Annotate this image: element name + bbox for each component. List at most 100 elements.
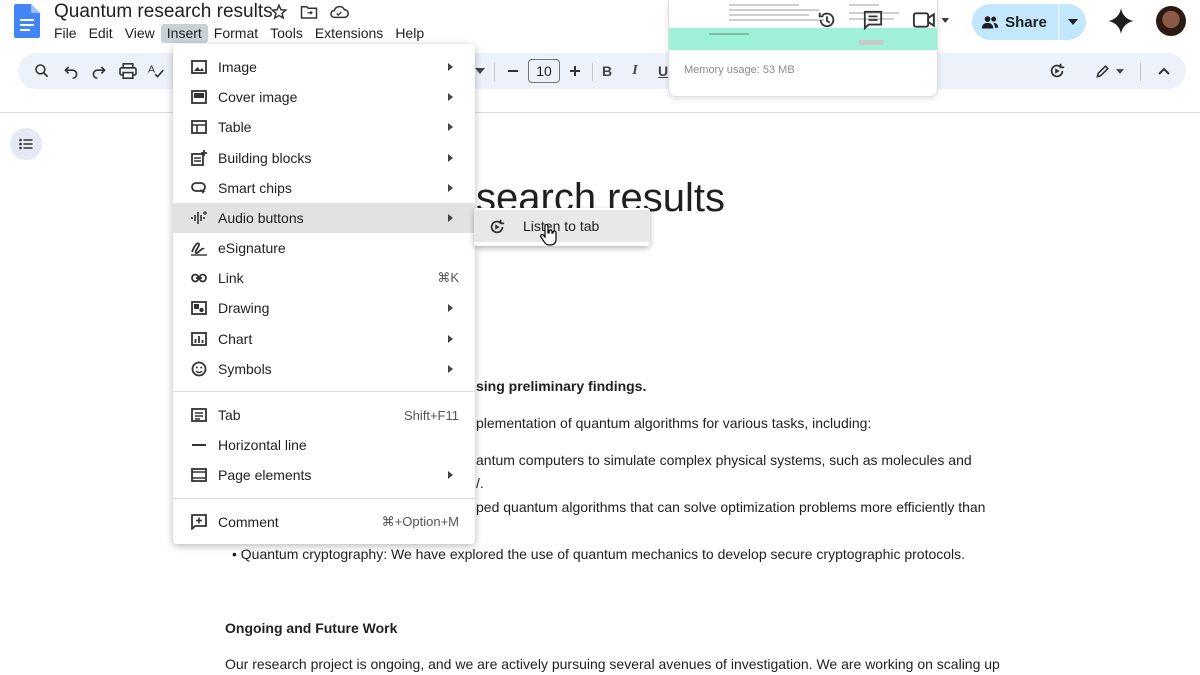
drawing-icon: [190, 300, 208, 316]
menu-item-link[interactable]: Link ⌘K: [173, 263, 475, 293]
menu-item-comment[interactable]: Comment ⌘+Option+M: [173, 507, 475, 537]
share-button[interactable]: Share: [972, 4, 1056, 40]
doc-line: /.: [476, 475, 484, 491]
submenu-arrow-icon: [448, 63, 453, 71]
menu-item-label: Image: [218, 59, 257, 75]
menu-item-smart-chips[interactable]: Smart chips: [173, 173, 475, 203]
menu-item-label: Chart: [218, 331, 253, 347]
undo-icon[interactable]: [61, 53, 81, 89]
menu-edit[interactable]: Edit: [83, 24, 119, 43]
menu-item-building-blocks[interactable]: Building blocks: [173, 143, 475, 173]
menu-insert[interactable]: Insert: [160, 24, 208, 43]
tab-icon: [190, 407, 208, 423]
insert-menu: Image Cover image Table Building blocks …: [173, 44, 475, 544]
submenu-arrow-icon: [448, 184, 453, 192]
gemini-spark-icon[interactable]: [1108, 8, 1134, 34]
menu-item-label: Drawing: [218, 300, 270, 316]
submenu-arrow-icon: [448, 93, 453, 101]
submenu-arrow-icon: [448, 335, 453, 343]
listen-to-tab-label: Listen to tab: [523, 218, 600, 234]
document-title[interactable]: Quantum research results: [54, 1, 273, 23]
search-icon[interactable]: [32, 53, 52, 89]
menu-item-cover-image[interactable]: Cover image: [173, 82, 475, 112]
menu-item-label: Audio buttons: [218, 210, 304, 226]
esignature-icon: [190, 240, 208, 256]
minus-icon[interactable]: [504, 53, 522, 89]
menu-bar: File Edit View Insert Format Tools Exten…: [48, 24, 430, 43]
print-icon[interactable]: [117, 53, 139, 89]
font-size-input[interactable]: 10: [528, 59, 560, 83]
user-avatar[interactable]: [1156, 6, 1186, 36]
share-button-group: Share: [972, 4, 1086, 40]
redo-icon[interactable]: [89, 53, 109, 89]
smart-chips-icon: [190, 180, 208, 196]
docs-logo-icon[interactable]: [14, 4, 40, 38]
menu-item-drawing[interactable]: Drawing: [173, 293, 475, 323]
star-icon[interactable]: [268, 2, 290, 22]
menu-item-label: Horizontal line: [218, 437, 307, 453]
chevron-down-icon: [1068, 19, 1078, 25]
menu-item-symbols[interactable]: Symbols: [173, 354, 475, 384]
menu-item-chart[interactable]: Chart: [173, 324, 475, 354]
edit-mode-dropdown-icon[interactable]: [1114, 53, 1126, 89]
menu-item-image[interactable]: Image: [173, 52, 475, 82]
audio-buttons-icon: [190, 210, 208, 226]
submenu-arrow-icon: [448, 214, 453, 222]
font-dropdown-arrow-icon[interactable]: [474, 53, 486, 89]
menu-view[interactable]: View: [119, 24, 161, 43]
menu-item-esignature[interactable]: eSignature: [173, 233, 475, 263]
menu-item-tab[interactable]: Tab Shift+F11: [173, 400, 475, 430]
doc-line: Our research project is ongoing, and we …: [225, 656, 1000, 672]
building-blocks-icon: [190, 150, 208, 166]
doc-line: sing preliminary findings.: [476, 378, 647, 394]
plus-icon[interactable]: [566, 53, 584, 89]
section-heading: Ongoing and Future Work: [225, 620, 398, 636]
listen-icon: [488, 218, 506, 239]
edit-mode-icon[interactable]: [1092, 53, 1114, 89]
menu-format[interactable]: Format: [208, 24, 264, 43]
page-thumbnail-preview: [668, 0, 938, 97]
people-icon: [981, 16, 999, 29]
menu-item-audio-buttons[interactable]: Audio buttons: [173, 203, 475, 233]
menu-separator: [173, 391, 475, 392]
cover-image-icon: [190, 89, 208, 105]
symbols-icon: [190, 361, 208, 377]
bold-button[interactable]: B: [598, 53, 616, 89]
horizontal-line-icon: [190, 437, 208, 453]
link-icon: [190, 270, 208, 286]
submenu-arrow-icon: [448, 304, 453, 312]
menu-item-label: Smart chips: [218, 180, 292, 196]
move-folder-icon[interactable]: [298, 2, 320, 22]
collapse-toolbar-icon[interactable]: [1154, 53, 1174, 89]
menu-item-table[interactable]: Table: [173, 112, 475, 142]
menu-item-label: Table: [218, 119, 252, 135]
cloud-saved-icon[interactable]: [328, 2, 350, 22]
hand-cursor-icon: [540, 224, 557, 246]
menu-item-label: Link: [218, 270, 244, 286]
menu-item-label: eSignature: [218, 240, 286, 256]
spellcheck-icon[interactable]: A: [146, 53, 166, 89]
menu-item-label: Building blocks: [218, 150, 312, 166]
italic-button[interactable]: I: [626, 53, 644, 89]
shortcut-text: Shift+F11: [403, 407, 459, 423]
audio-buttons-submenu: Listen to tab: [474, 208, 650, 246]
menu-item-horizontal-line[interactable]: Horizontal line: [173, 430, 475, 460]
menu-tools[interactable]: Tools: [264, 24, 309, 43]
outline-list-icon: [19, 138, 33, 150]
document-outline-button[interactable]: [10, 128, 42, 160]
comment-history-icon[interactable]: [862, 10, 884, 30]
version-history-icon[interactable]: [816, 10, 838, 30]
menu-file[interactable]: File: [48, 24, 83, 43]
menu-item-label: Tab: [218, 407, 241, 423]
meet-video-icon[interactable]: [910, 10, 952, 30]
menu-extensions[interactable]: Extensions: [309, 24, 389, 43]
refresh-icon[interactable]: [1046, 53, 1068, 89]
listen-to-tab-item[interactable]: Listen to tab: [474, 210, 650, 242]
page-elements-icon: [190, 467, 208, 483]
doc-line: ped quantum algorithms that can solve op…: [476, 499, 986, 515]
menu-help[interactable]: Help: [389, 24, 430, 43]
share-options-dropdown[interactable]: [1058, 4, 1087, 40]
doc-line: antum computers to simulate complex phys…: [476, 452, 972, 468]
submenu-arrow-icon: [448, 123, 453, 131]
menu-item-page-elements[interactable]: Page elements: [173, 460, 475, 490]
